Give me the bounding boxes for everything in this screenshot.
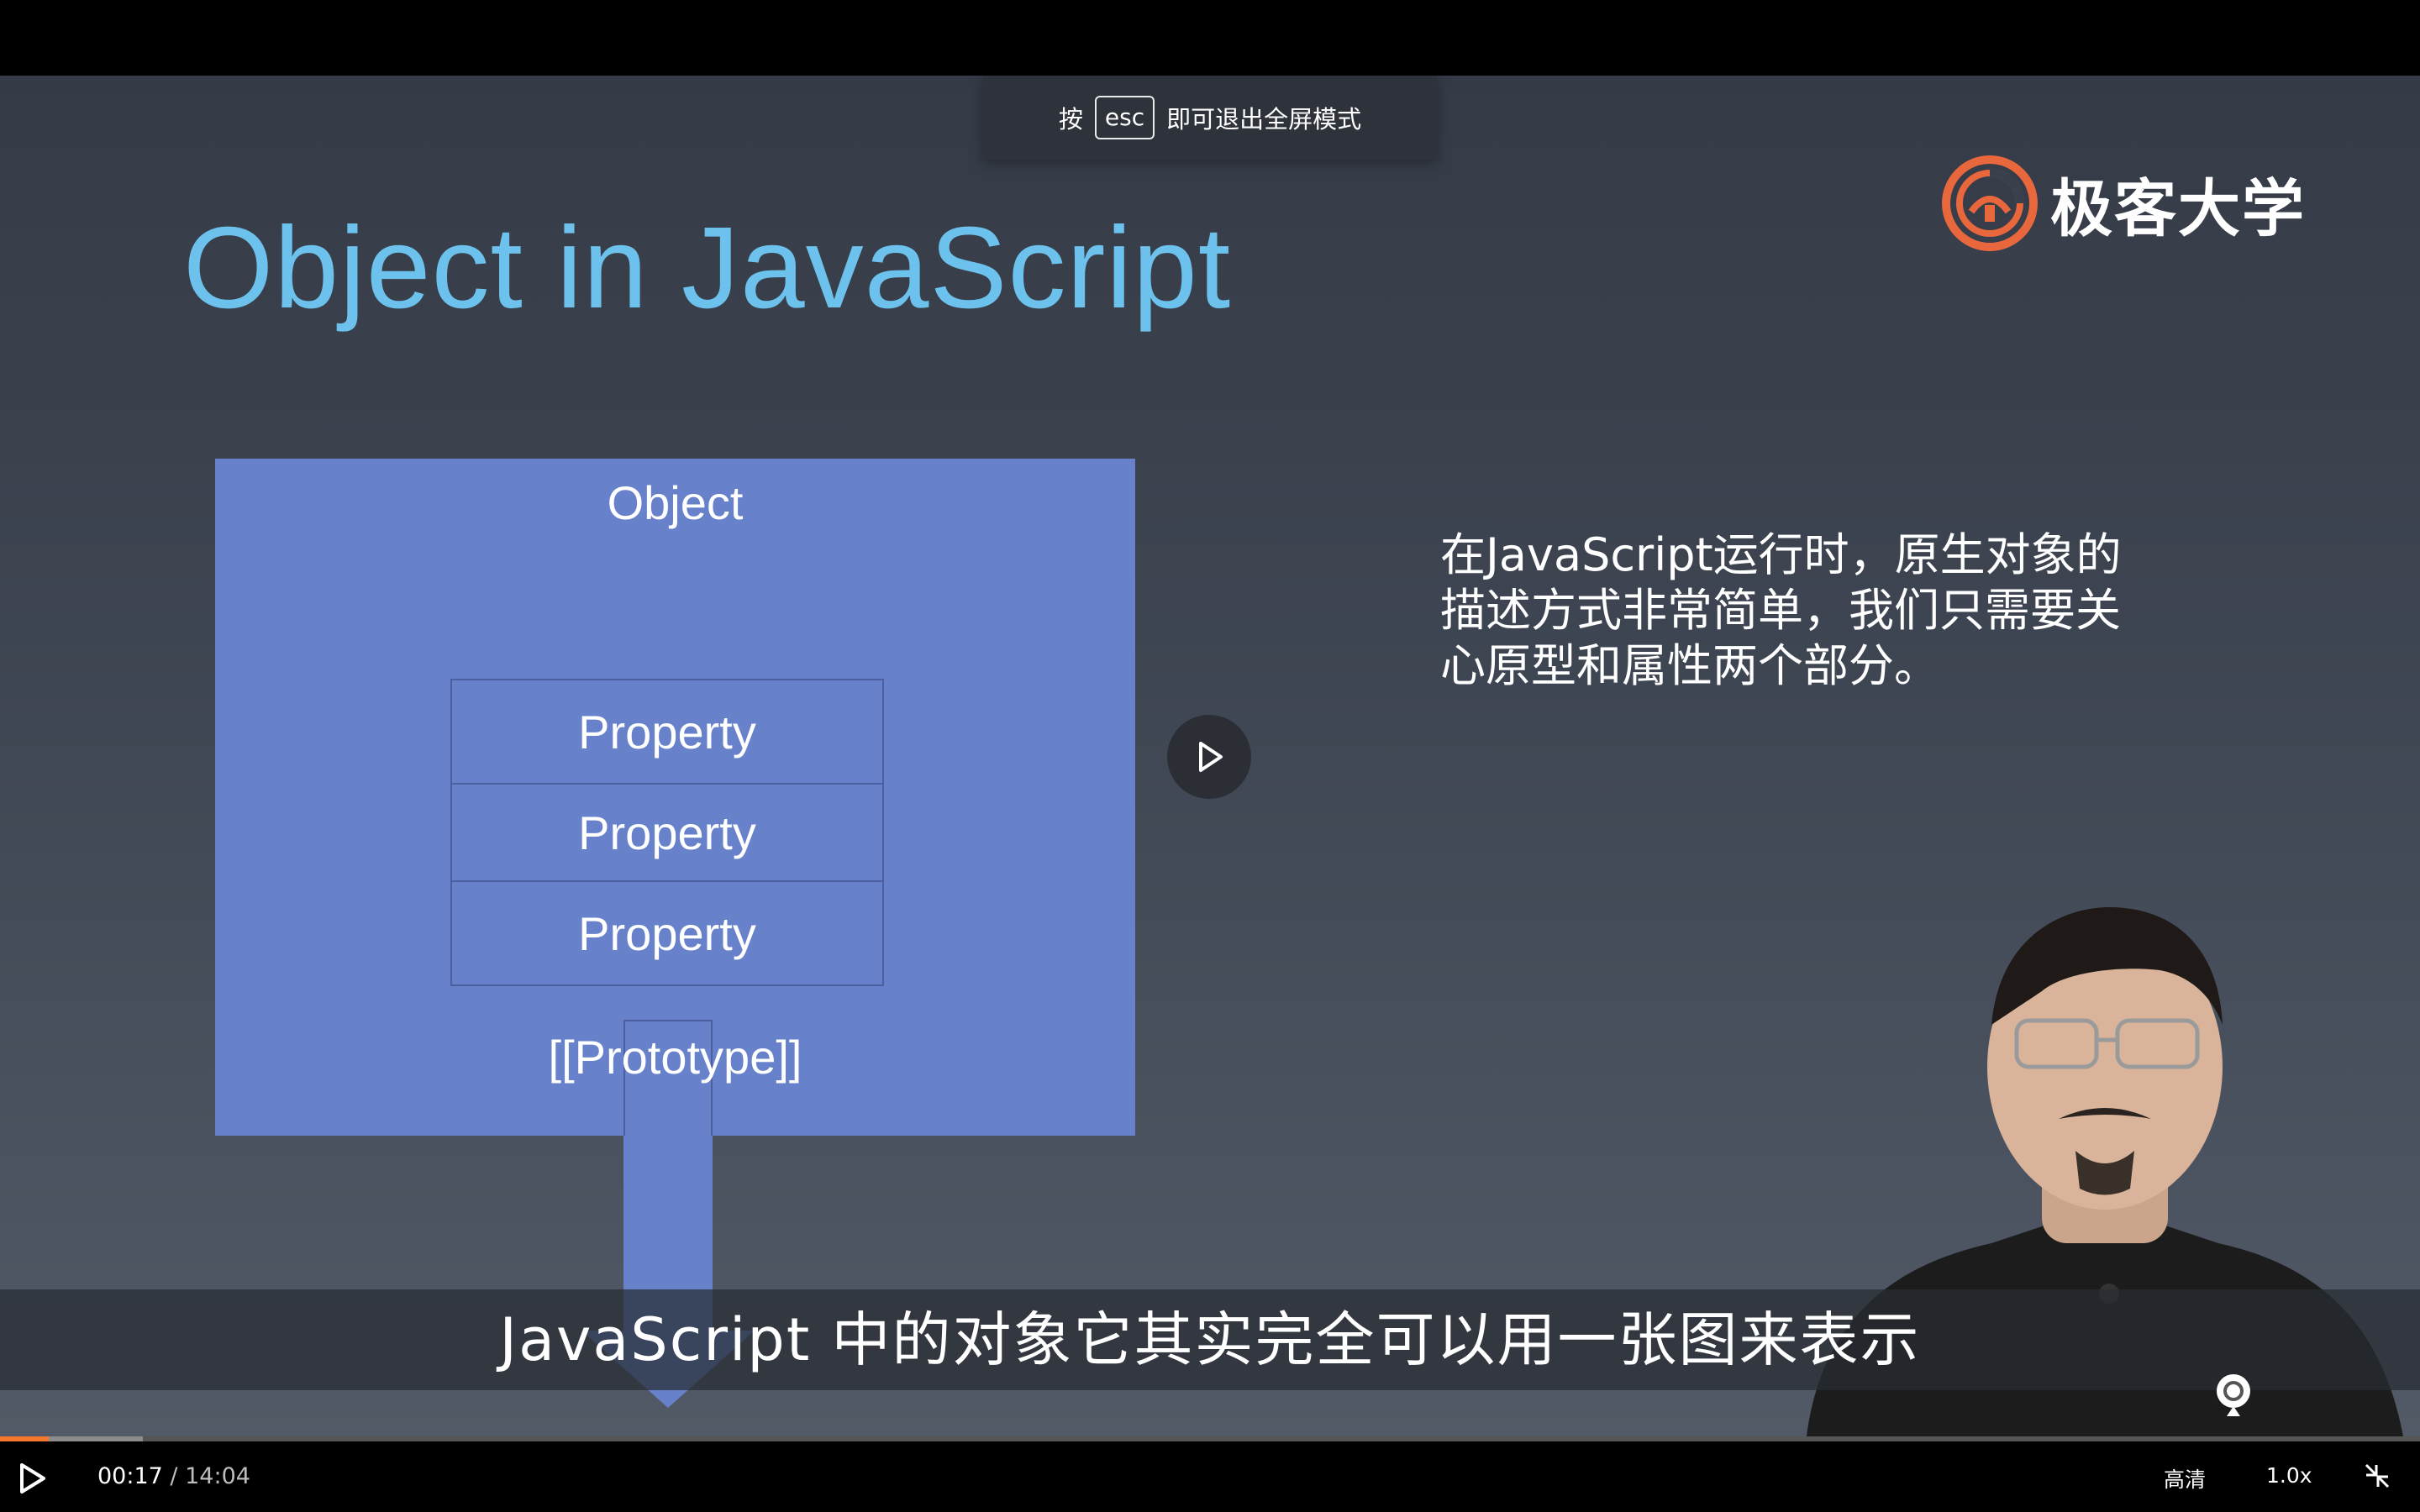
- center-play-button[interactable]: [1167, 715, 1251, 799]
- quality-selector[interactable]: 高清: [2164, 1463, 2206, 1494]
- video-stage[interactable]: 按 esc 即可退出全屏模式 极客大学 Object in JavaScript…: [0, 76, 2420, 1436]
- progress-played: [0, 1436, 49, 1441]
- brand-logo: 极客大学: [1939, 153, 2306, 254]
- subtitle-text: JavaScript 中的对象它其实完全可以用一张图来表示: [499, 1305, 1921, 1374]
- property-cell-1: Property: [450, 679, 884, 785]
- exit-fullscreen-icon: [2365, 1463, 2390, 1488]
- duration: 14:04: [185, 1463, 250, 1489]
- top-black-bar: [0, 0, 2420, 76]
- current-time: 00:17: [97, 1463, 163, 1489]
- geekbang-logo-icon: [1942, 155, 2038, 251]
- time-display: 00:17 / 14:04: [97, 1463, 250, 1489]
- player-controls-bar: 00:17 / 14:04 高清 1.0x: [0, 1436, 2420, 1512]
- esc-key-badge: esc: [1094, 96, 1155, 139]
- hint-suffix: 即可退出全屏模式: [1166, 105, 1362, 134]
- brand-name: 极客大学: [2050, 172, 2306, 245]
- exit-fullscreen-button[interactable]: [2363, 1462, 2391, 1494]
- play-button[interactable]: [15, 1462, 49, 1499]
- object-diagram-box: Object Property Property Property [[Prot…: [215, 459, 1135, 1305]
- hint-prefix: 按: [1058, 105, 1083, 134]
- progress-bar[interactable]: [0, 1436, 2420, 1441]
- object-label: Object: [607, 476, 744, 529]
- play-icon: [1199, 742, 1223, 772]
- slide-description: 在JavaScript运行时，原生对象的描述方式非常简单，我们只需要关心原型和属…: [1440, 528, 2122, 692]
- speed-selector[interactable]: 1.0x: [2266, 1463, 2312, 1488]
- property-cell-3: Property: [450, 880, 884, 986]
- prototype-label: [[Prototype]]: [548, 1031, 802, 1084]
- play-icon: [20, 1463, 45, 1494]
- slide-title: Object in JavaScript: [183, 203, 1232, 333]
- fullscreen-exit-hint: 按 esc 即可退出全屏模式: [983, 76, 1437, 160]
- geekbang-logo-icon: [2217, 1374, 2250, 1416]
- property-cell-2: Property: [450, 783, 884, 882]
- time-separator: /: [170, 1463, 178, 1489]
